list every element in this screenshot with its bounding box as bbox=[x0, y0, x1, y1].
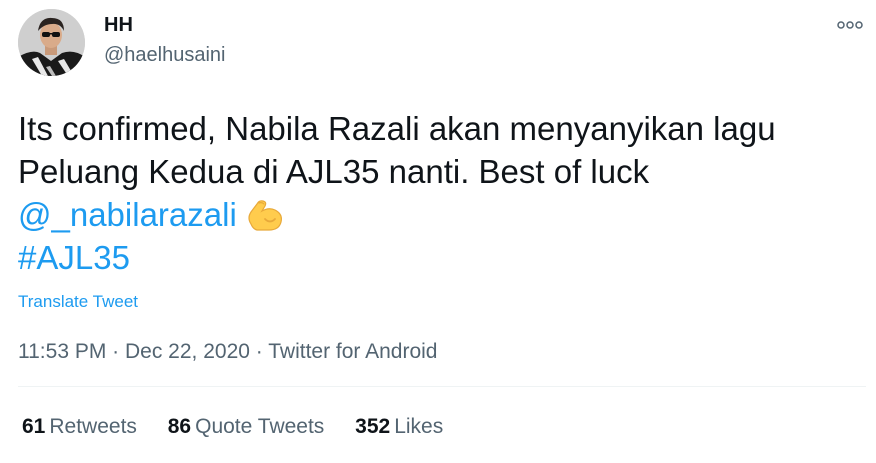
retweets-stat[interactable]: 61 Retweets bbox=[22, 415, 137, 439]
tweet-text: Its confirmed, Nabila Razali akan menyan… bbox=[18, 107, 848, 279]
tweet-stats: 61 Retweets 86 Quote Tweets 352 Likes bbox=[22, 415, 468, 439]
divider bbox=[18, 386, 866, 387]
retweets-count: 61 bbox=[22, 415, 46, 438]
quote-tweets-stat[interactable]: 86 Quote Tweets bbox=[168, 415, 325, 439]
flexed-biceps-icon bbox=[243, 194, 285, 234]
tweet-text-line-2: Peluang Kedua di AJL35 nanti. Best of lu… bbox=[18, 153, 650, 190]
likes-count: 352 bbox=[355, 415, 391, 438]
tweet-hashtag-line: #AJL35 bbox=[18, 236, 848, 279]
quote-tweets-label: Quote Tweets bbox=[195, 415, 325, 438]
likes-stat[interactable]: 352 Likes bbox=[355, 415, 443, 439]
tweet-date[interactable]: Dec 22, 2020 bbox=[125, 340, 250, 363]
meta-separator: · bbox=[249, 340, 269, 363]
user-handle[interactable]: @haelhusaini bbox=[104, 44, 226, 67]
display-name[interactable]: HH bbox=[104, 14, 133, 37]
tweet-time[interactable]: 11:53 PM bbox=[18, 340, 106, 363]
tweet-mention-line: @_nabilarazali bbox=[18, 193, 848, 236]
meta-separator: · bbox=[106, 340, 125, 363]
more-options-icon[interactable] bbox=[836, 18, 864, 32]
tweet-source[interactable]: Twitter for Android bbox=[268, 340, 437, 363]
tweet-card: HH @haelhusaini Its confirmed, Nabila Ra… bbox=[0, 0, 876, 463]
translate-tweet-link[interactable]: Translate Tweet bbox=[18, 292, 138, 312]
tweet-meta: 11:53 PM · Dec 22, 2020 · Twitter for An… bbox=[18, 340, 437, 364]
likes-label: Likes bbox=[394, 415, 444, 438]
tweet-text-line-1: Its confirmed, Nabila Razali akan menyan… bbox=[18, 110, 776, 147]
retweets-label: Retweets bbox=[49, 415, 137, 438]
mention-link[interactable]: @_nabilarazali bbox=[18, 196, 237, 233]
hashtag-link[interactable]: #AJL35 bbox=[18, 239, 130, 276]
quote-tweets-count: 86 bbox=[167, 415, 192, 438]
avatar[interactable] bbox=[18, 9, 85, 76]
